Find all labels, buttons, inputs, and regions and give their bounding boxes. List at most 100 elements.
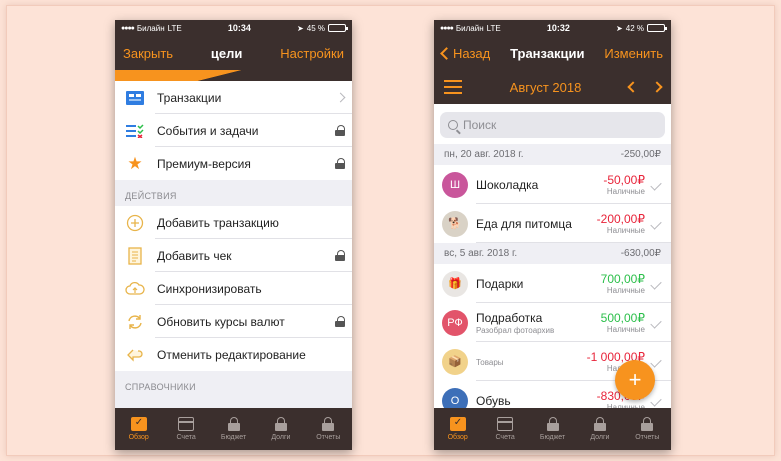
action-add-transaction[interactable]: Добавить транзакцию	[115, 206, 352, 239]
transaction-name: Подработка	[476, 310, 543, 325]
tab-accounts[interactable]: Счета	[481, 408, 528, 450]
page-title: Транзакции	[510, 45, 585, 61]
menu-item-transactions[interactable]: Транзакции	[115, 81, 352, 114]
menu-item-premium[interactable]: ★ Премиум-версия	[115, 147, 352, 180]
lock-icon	[545, 417, 561, 431]
check-icon[interactable]	[650, 277, 662, 290]
transaction-row[interactable]: 🎁 Подарки 700,00₽ Наличные	[434, 264, 671, 303]
transaction-name: Шоколадка	[476, 177, 539, 192]
action-update-rates[interactable]: Обновить курсы валют	[115, 305, 352, 338]
lock-icon	[226, 417, 242, 431]
tasks-icon	[125, 121, 145, 141]
star-icon: ★	[127, 153, 143, 173]
check-icon[interactable]	[650, 217, 662, 230]
phone-menu-screen: ●●●● Билайн LTE 10:34 ➤ 45 % Закрыть цели Н…	[115, 20, 352, 450]
day-total: -250,00₽	[620, 149, 661, 160]
payment-method: Наличные	[606, 187, 645, 196]
back-button[interactable]: Назад	[440, 46, 490, 61]
day-header: пн, 20 авг. 2018 г. -250,00₽	[434, 144, 671, 165]
day-date: вс, 5 авг. 2018 г.	[444, 248, 518, 259]
calendar-icon	[130, 417, 147, 431]
search-icon	[448, 120, 458, 130]
add-transaction-button[interactable]: +	[615, 360, 655, 400]
calendar-icon	[449, 417, 466, 431]
close-button[interactable]: Закрыть	[123, 46, 173, 61]
menu-item-tasks[interactable]: События и задачи	[115, 114, 352, 147]
tab-budget[interactable]: Бюджет	[210, 408, 257, 450]
category-avatar: 📦	[442, 348, 468, 375]
payment-method: Наличные	[606, 325, 645, 334]
lock-icon	[335, 250, 345, 261]
tab-bar: Обзор Счета Бюджет Долги Отчеты	[115, 408, 352, 450]
lock-icon	[320, 417, 336, 431]
tab-overview[interactable]: Обзор	[434, 408, 481, 450]
action-sync[interactable]: Синхронизировать	[115, 272, 352, 305]
undo-icon	[125, 345, 145, 365]
check-icon[interactable]	[650, 316, 662, 329]
nav-bar: Закрыть цели Настройки	[115, 36, 352, 70]
search-input[interactable]: Поиск	[440, 112, 665, 138]
section-header-references: СПРАВОЧНИКИ	[125, 382, 196, 392]
lock-icon	[639, 417, 655, 431]
category-avatar: РФ	[442, 309, 468, 336]
plus-circle-icon	[125, 213, 145, 233]
menu-icon[interactable]	[444, 80, 462, 94]
location-icon: ➤	[616, 23, 623, 33]
transaction-note: Товары	[476, 357, 504, 367]
tab-reports[interactable]: Отчеты	[305, 408, 352, 450]
tab-debts[interactable]: Долги	[576, 408, 623, 450]
location-icon: ➤	[297, 23, 304, 33]
tab-accounts[interactable]: Счета	[162, 408, 209, 450]
transaction-name: Еда для питомца	[476, 216, 572, 231]
refresh-icon	[125, 312, 145, 332]
action-add-receipt[interactable]: Добавить чек	[115, 239, 352, 272]
signal-icon: ●●●●	[440, 24, 454, 32]
payment-method: Наличные	[606, 226, 645, 235]
prev-month-button[interactable]	[627, 81, 639, 93]
tab-budget[interactable]: Бюджет	[529, 408, 576, 450]
tab-overview[interactable]: Обзор	[115, 408, 162, 450]
signal-icon: ●●●●	[121, 24, 135, 32]
month-label: Август 2018	[509, 79, 582, 95]
tab-bar: Обзор Счета Бюджет Долги Отчеты	[434, 408, 671, 450]
status-time: 10:32	[546, 23, 570, 33]
status-time: 10:34	[227, 23, 251, 33]
phone-transactions-screen: ●●●● Билайн LTE 10:32 ➤ 42 % Назад Транзакц…	[434, 20, 671, 450]
transaction-amount: 700,00₽	[600, 272, 645, 286]
tab-reports[interactable]: Отчеты	[624, 408, 671, 450]
decorative-stripe	[115, 70, 352, 81]
nav-bar: Назад Транзакции Изменить	[434, 36, 671, 70]
category-avatar: 🎁	[442, 270, 468, 297]
tab-debts[interactable]: Долги	[257, 408, 304, 450]
page-title: цели	[210, 45, 243, 61]
transaction-amount: -200,00₽	[596, 212, 645, 226]
transaction-row[interactable]: РФ Подработка Разобрал фотоархив 500,00₽ Нал…	[434, 303, 671, 342]
section-header-actions: ДЕЙСТВИЯ	[125, 191, 177, 201]
receipt-icon	[125, 246, 145, 266]
check-icon[interactable]	[650, 394, 662, 407]
day-date: пн, 20 авг. 2018 г.	[444, 149, 524, 160]
actions-menu: Добавить транзакцию Добавить чек Синхрон…	[115, 206, 352, 371]
day-header: вс, 5 авг. 2018 г. -630,00₽	[434, 243, 671, 264]
transaction-note: Разобрал фотоархив	[476, 325, 555, 335]
category-avatar: Ш	[442, 171, 468, 198]
check-icon[interactable]	[650, 178, 662, 191]
status-bar: ●●●● Билайн LTE 10:32 ➤ 42 %	[434, 20, 671, 36]
settings-button[interactable]: Настройки	[280, 46, 344, 61]
lock-icon	[273, 417, 289, 431]
cloud-sync-icon	[125, 279, 145, 299]
chevron-left-icon	[440, 46, 453, 60]
transaction-row[interactable]: Ш Шоколадка -50,00₽ Наличные	[434, 165, 671, 204]
edit-button[interactable]: Изменить	[604, 46, 663, 61]
next-month-button[interactable]	[651, 81, 663, 93]
status-bar: ●●●● Билайн LTE 10:34 ➤ 45 %	[115, 20, 352, 36]
month-bar: Август 2018	[434, 70, 671, 104]
battery-icon	[646, 24, 667, 32]
lock-icon	[335, 316, 345, 327]
action-undo-edit[interactable]: Отменить редактирование	[115, 338, 352, 371]
transaction-amount: -50,00₽	[603, 173, 645, 187]
lock-icon	[592, 417, 608, 431]
transaction-row[interactable]: 🐕 Еда для питомца -200,00₽ Наличные	[434, 204, 671, 243]
payment-method: Наличные	[606, 286, 645, 295]
check-icon[interactable]	[650, 355, 662, 368]
